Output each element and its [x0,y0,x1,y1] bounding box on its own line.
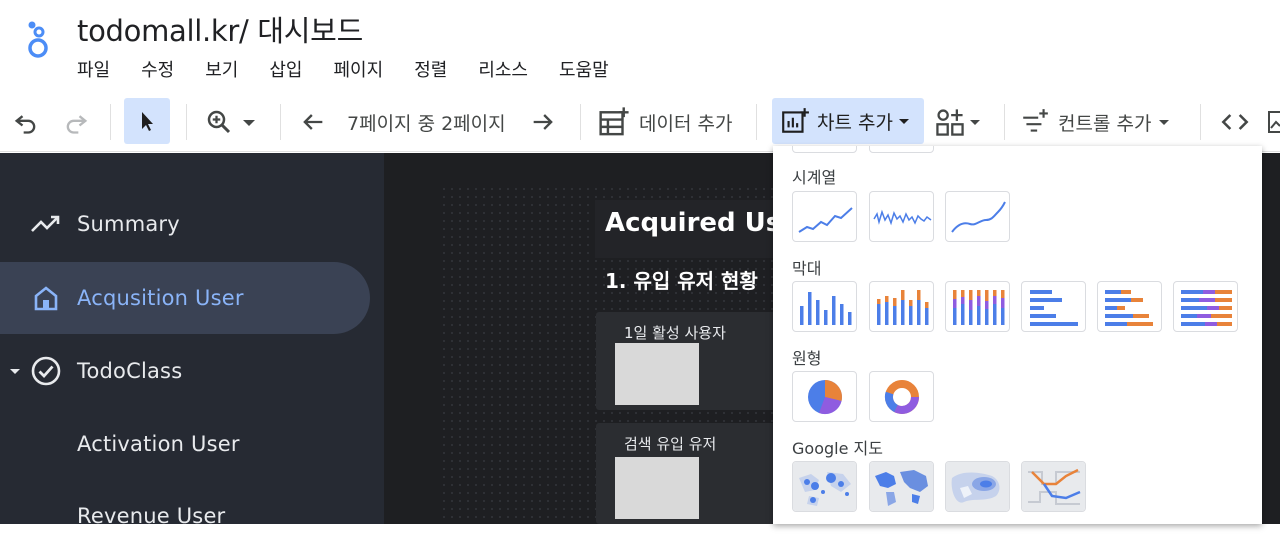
caret-down-icon[interactable] [6,362,24,380]
chart-option-scorecard[interactable] [869,146,934,153]
redo-icon[interactable] [62,92,90,152]
trending-up-icon [30,208,62,240]
sidebar-item-acquisition-user[interactable]: Acqusition User [0,262,384,334]
chart-option-100-stacked-column[interactable] [945,281,1010,332]
chart-option-smoothed-time-series[interactable] [945,191,1010,242]
sidebar-item-label: Activation User [77,432,240,456]
menu-edit[interactable]: 수정 [141,56,174,82]
caret-down-icon [1159,120,1170,125]
looker-studio-logo-icon[interactable] [22,18,58,62]
sidebar-item-summary[interactable]: Summary [0,188,384,260]
add-component-icon [936,109,964,136]
chart-option-stacked-bar[interactable] [1097,281,1162,332]
add-control-label: 컨트롤 추가 [1058,112,1152,135]
scorecard-value-box [615,457,699,519]
menu-arrange[interactable]: 정렬 [414,56,447,82]
sidebar-item-label: TodoClass [77,359,183,383]
chart-option-table[interactable] [792,146,857,153]
select-tool-button[interactable] [124,98,170,144]
menu-help[interactable]: 도움말 [559,56,609,82]
chart-option-pie[interactable] [792,371,857,422]
chart-option-donut[interactable] [869,371,934,422]
chart-option-column[interactable] [792,281,857,332]
sidebar-item-activation-user[interactable]: Activation User [0,408,384,480]
menu-resource[interactable]: 리소스 [478,56,528,82]
add-chart-label: 차트 추가 [817,111,893,134]
add-data-button[interactable]: 데이터 추가 [597,92,732,152]
previous-page-icon[interactable] [298,92,328,152]
sidebar-item-label: Revenue User [77,504,226,528]
add-chart-button[interactable]: 차트 추가 [772,98,924,144]
sidebar-item-revenue-user[interactable]: Revenue User [0,480,384,552]
report-subheading[interactable]: 1. 유입 유저 현황 [605,265,758,294]
menu-insert[interactable]: 삽입 [269,56,302,82]
chart-option-line-map[interactable] [1021,461,1086,512]
app-header: todomall.kr/ 대시보드 파일 수정 보기 삽입 페이지 정렬 리소스… [0,0,1280,92]
sidebar-item-todoclass[interactable]: TodoClass [0,335,384,407]
add-data-label: 데이터 추가 [639,112,733,135]
caret-down-icon [243,120,255,126]
page-indicator: 7페이지 중 2페이지 [347,112,506,135]
chart-option-sparkline[interactable] [869,191,934,242]
scorecard-label: 검색 유입 유저 [624,435,717,453]
sidebar-item-label: Acqusition User [77,286,244,310]
chart-option-heatmap[interactable] [945,461,1010,512]
add-control-button[interactable]: 컨트롤 추가 [1020,92,1173,152]
image-icon[interactable] [1266,92,1280,152]
chart-option-filled-map[interactable] [869,461,934,512]
add-control-icon [1023,109,1048,132]
toolbar-divider [110,104,111,140]
embed-code-icon[interactable] [1218,92,1252,152]
toolbar-divider [1004,104,1005,140]
toolbar-divider [186,104,187,140]
scorecard-value-box [615,343,699,405]
chart-option-time-series[interactable] [792,191,857,242]
toolbar-divider [756,104,757,140]
toolbar-divider [280,104,281,140]
menu-view[interactable]: 보기 [205,56,238,82]
document-title[interactable]: todomall.kr/ 대시보드 [77,8,363,50]
scorecard-search-inflow-users[interactable]: 검색 유입 유저 [596,423,776,524]
toolbar-divider [580,104,581,140]
check-circle-icon [30,355,62,387]
add-chart-icon [782,108,809,133]
home-icon [30,282,62,314]
section-time-series: 시계열 [792,168,837,187]
toolbar: 7페이지 중 2페이지 데이터 추가 차트 추가 컨트롤 추가 [0,92,1280,152]
chart-option-100-stacked-bar[interactable] [1173,281,1238,332]
scorecard-label: 1일 활성 사용자 [624,324,726,342]
zoom-button[interactable] [204,92,260,152]
zoom-in-icon [207,110,231,134]
chart-option-bubble-map[interactable] [792,461,857,512]
report-heading[interactable]: Acquired Use [605,208,799,238]
section-pie: 원형 [792,349,822,368]
add-data-icon [599,107,629,136]
cursor-icon [142,112,153,131]
next-page-icon[interactable] [528,92,558,152]
add-component-button[interactable] [934,92,984,152]
menu-file[interactable]: 파일 [77,56,110,82]
section-bar: 막대 [792,259,822,278]
chart-type-menu: 시계열 막대 원형 Google 지도 [773,146,1262,524]
chart-option-stacked-column[interactable] [869,281,934,332]
sidebar-item-label: Summary [77,212,180,236]
menu-page[interactable]: 페이지 [334,56,384,82]
section-google-maps: Google 지도 [792,439,883,458]
caret-down-icon [898,119,909,124]
undo-icon[interactable] [12,92,40,152]
toolbar-divider [1200,104,1201,140]
chart-option-bar[interactable] [1021,281,1086,332]
caret-down-icon [970,120,980,125]
menu-bar: 파일 수정 보기 삽입 페이지 정렬 리소스 도움말 [77,56,640,82]
scorecard-daily-active-users[interactable]: 1일 활성 사용자 [596,312,776,410]
